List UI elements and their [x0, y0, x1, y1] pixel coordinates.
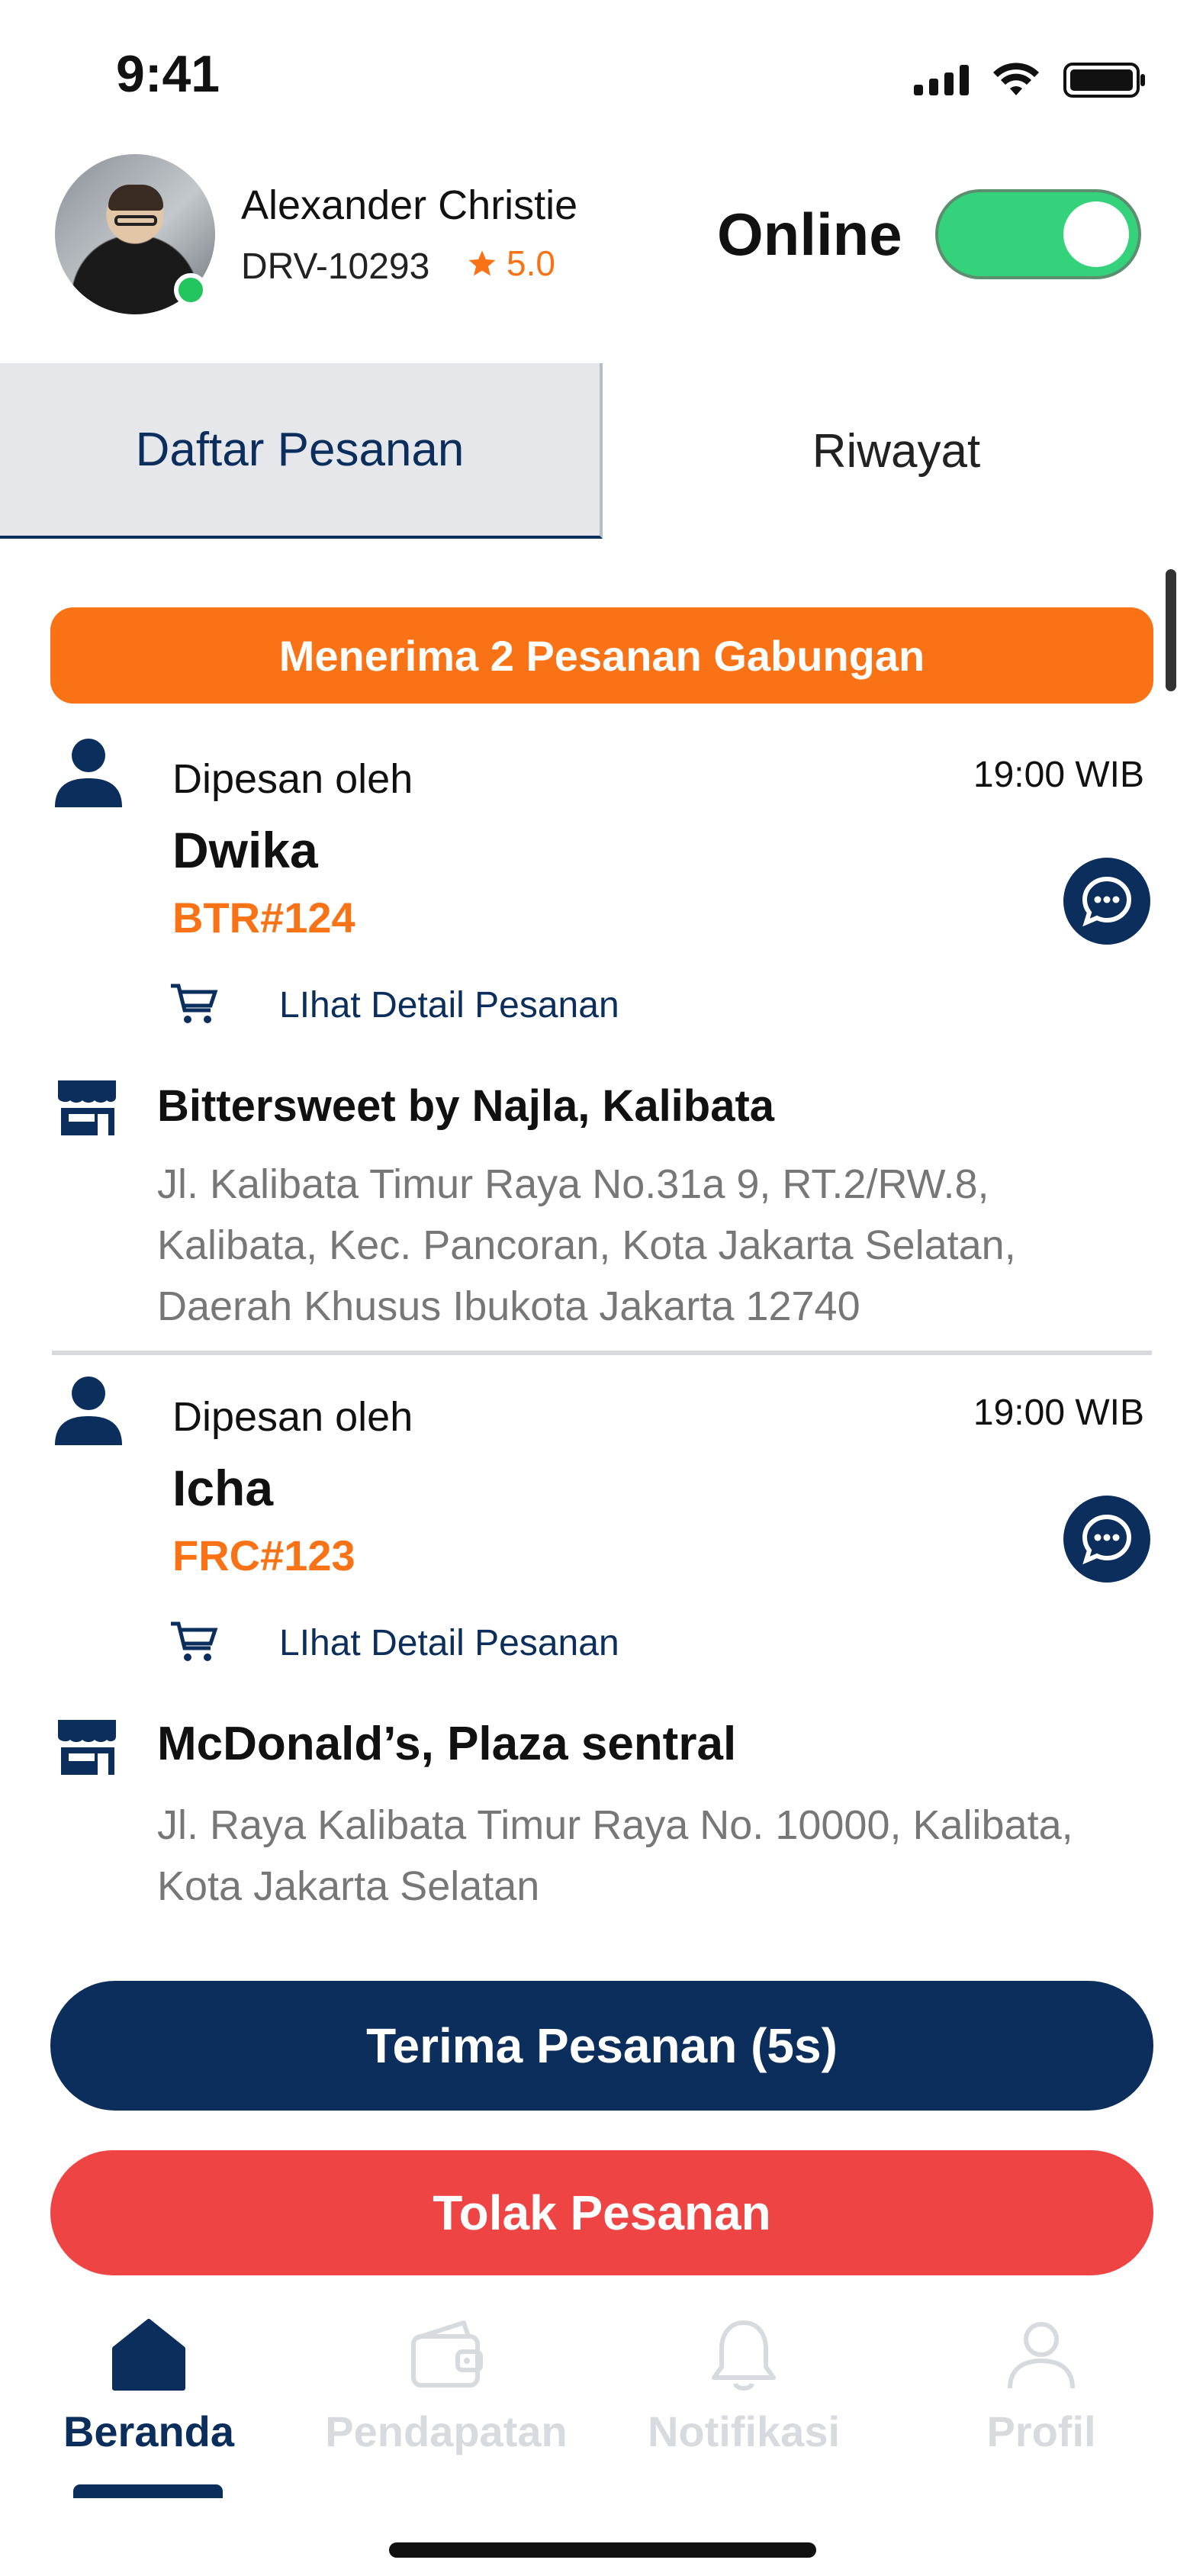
- accept-order-button[interactable]: Terima Pesanan (5s): [50, 1981, 1153, 2111]
- order-tabs: Daftar Pesanan Riwayat: [0, 363, 1190, 539]
- user-icon: [1008, 2322, 1075, 2389]
- chat-button[interactable]: [1063, 858, 1150, 945]
- nav-label: Beranda: [63, 2407, 235, 2455]
- reject-order-button[interactable]: Tolak Pesanan: [50, 2150, 1153, 2275]
- order-divider: [52, 1351, 1152, 1355]
- nav-label: Profil: [986, 2407, 1096, 2455]
- tab-daftar-pesanan[interactable]: Daftar Pesanan: [0, 363, 603, 539]
- ordered-by-label: Dipesan oleh: [172, 1394, 413, 1440]
- cellular-signal-icon: [914, 65, 969, 95]
- ordered-by-label: Dipesan oleh: [172, 756, 413, 802]
- store-address: Jl. Raya Kalibata Timur Raya No. 10000, …: [157, 1802, 1073, 1909]
- status-bar: 9:41: [0, 0, 1190, 153]
- chat-button[interactable]: [1063, 1496, 1150, 1583]
- nav-item-profil[interactable]: Profil: [892, 2312, 1190, 2480]
- rating-value: 5.0: [507, 243, 555, 283]
- person-icon: [55, 1377, 122, 1445]
- order-detail-link[interactable]: LIhat Detail Pesanan: [279, 984, 619, 1026]
- order-time: 19:00 WIB: [973, 755, 1144, 795]
- driver-rating: 5.0: [467, 243, 555, 284]
- active-tab-indicator: [73, 2484, 223, 2498]
- person-icon: [55, 739, 122, 807]
- store-address: Jl. Kalibata Timur Raya No.31a 9, RT.2/R…: [157, 1161, 1016, 1329]
- bell-icon: [712, 2320, 776, 2391]
- nav-item-pendapatan[interactable]: Pendapatan: [298, 2312, 595, 2480]
- home-icon: [112, 2319, 185, 2391]
- combined-orders-banner: Menerima 2 Pesanan Gabungan: [50, 607, 1153, 704]
- bottom-nav: Beranda Pendapatan Notifikasi Profil: [0, 2304, 1190, 2503]
- wallet-icon: [411, 2320, 483, 2388]
- store-name: Bittersweet by Najla, Kalibata: [157, 1081, 775, 1131]
- nav-label: Pendapatan: [325, 2407, 568, 2455]
- order-code: BTR#124: [172, 894, 355, 942]
- status-time: 9:41: [116, 45, 220, 103]
- online-label: Online: [717, 201, 902, 268]
- tab-riwayat[interactable]: Riwayat: [603, 363, 1190, 539]
- order-time: 19:00 WIB: [973, 1393, 1144, 1433]
- store-icon: [58, 1720, 116, 1775]
- chat-icon: [1082, 876, 1132, 927]
- nav-item-beranda[interactable]: Beranda: [0, 2312, 298, 2480]
- cart-icon: [171, 1621, 218, 1661]
- scrollbar[interactable]: [1166, 569, 1176, 691]
- chat-icon: [1082, 1514, 1132, 1565]
- toggle-knob: [1063, 201, 1129, 267]
- customer-name: Icha: [172, 1460, 274, 1516]
- driver-id: DRV-10293: [241, 246, 430, 287]
- home-indicator: [389, 2542, 816, 2558]
- order-detail-link[interactable]: LIhat Detail Pesanan: [279, 1622, 619, 1664]
- online-status-dot: [174, 273, 207, 307]
- status-icons: [914, 61, 1147, 99]
- customer-name: Dwika: [172, 822, 318, 878]
- nav-label: Notifikasi: [647, 2407, 841, 2455]
- store-icon: [58, 1080, 116, 1135]
- wifi-icon: [993, 63, 1039, 95]
- order-code: FRC#123: [172, 1531, 355, 1579]
- battery-icon: [1063, 63, 1145, 98]
- online-toggle[interactable]: [935, 189, 1141, 279]
- cart-icon: [171, 984, 218, 1023]
- driver-name: Alexander Christie: [241, 182, 578, 228]
- star-icon: [468, 250, 496, 276]
- nav-item-notifikasi[interactable]: Notifikasi: [595, 2312, 892, 2480]
- store-name: McDonald’s, Plaza sentral: [157, 1718, 737, 1770]
